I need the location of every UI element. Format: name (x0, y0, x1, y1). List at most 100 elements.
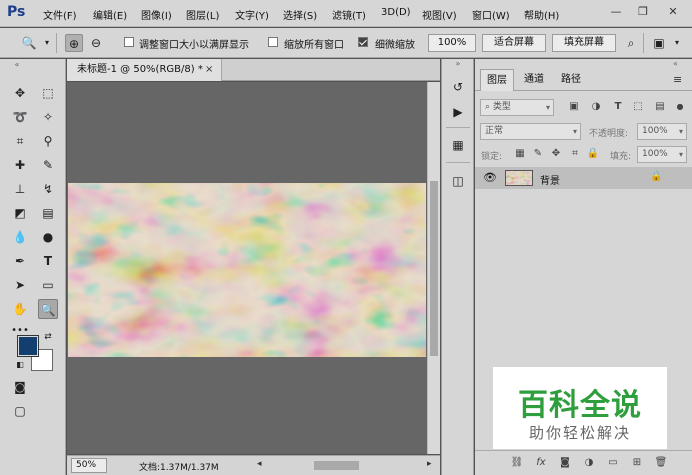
move-tool-icon[interactable]: ✥ (10, 83, 30, 103)
filter-smart-object-icon[interactable]: ▤ (653, 100, 667, 114)
eyedropper-tool-icon[interactable]: ⚲ (38, 131, 58, 151)
horizontal-scrollbar-thumb[interactable] (314, 461, 359, 470)
zoom-tool-icon[interactable]: 🔍 (38, 299, 58, 319)
link-layers-icon[interactable]: ⛓ (509, 456, 525, 470)
resize-windows-checkbox[interactable] (124, 37, 134, 47)
foreground-color-swatch-front[interactable] (17, 335, 39, 357)
blur-tool-icon[interactable]: 💧 (10, 227, 30, 247)
workspace-icon[interactable]: ▣ (650, 34, 668, 52)
menu-image[interactable]: 图像(I) (141, 7, 172, 22)
search-icon: ⌕ (485, 102, 493, 112)
lock-transparent-icon[interactable]: ▦ (513, 147, 527, 161)
close-window-button[interactable]: ✕ (662, 3, 684, 21)
collapse-icon[interactable]: « (7, 61, 27, 69)
chevron-down-icon[interactable]: ▾ (668, 34, 686, 52)
fill-screen-button[interactable]: 填充屏幕 (552, 34, 616, 52)
menu-view[interactable]: 视图(V) (422, 7, 457, 22)
menu-help[interactable]: 帮助(H) (524, 7, 559, 22)
adjustment-layer-icon[interactable]: ◑ (581, 456, 597, 470)
search-icon[interactable]: ⌕ (622, 34, 640, 52)
filter-shape-icon[interactable]: ⬚ (631, 100, 645, 114)
new-group-icon[interactable]: ▭ (605, 456, 621, 470)
eraser-tool-icon[interactable]: ◩ (10, 203, 30, 223)
filter-pixel-icon[interactable]: ▣ (567, 100, 581, 114)
filter-type-icon[interactable]: T (611, 100, 625, 114)
chevron-down-icon[interactable]: ▾ (38, 34, 56, 52)
eye-icon[interactable]: 👁 (483, 171, 497, 185)
layer-style-icon[interactable]: fx (533, 456, 549, 470)
filter-adjustment-icon[interactable]: ◑ (589, 100, 603, 114)
panel-menu-icon[interactable]: ≡ (673, 73, 682, 86)
actions-panel-icon[interactable]: ▶ (448, 102, 468, 122)
3d-panel-icon[interactable]: ▦ (448, 135, 468, 155)
close-tab-icon[interactable]: × (205, 59, 213, 81)
quick-mask-icon[interactable]: ◙ (10, 377, 30, 397)
filter-kind-select[interactable]: ⌕ 类型 ▾ (480, 99, 554, 116)
zoom-in-icon[interactable]: ⊕ (65, 34, 83, 52)
document-tab[interactable]: 未标题-1 @ 50%(RGB/8) * × (67, 59, 222, 81)
collapse-panel-icon[interactable]: « (673, 59, 678, 68)
menu-file[interactable]: 文件(F) (43, 7, 77, 22)
fit-screen-button[interactable]: 适合屏幕 (482, 34, 546, 52)
magic-wand-tool-icon[interactable]: ✧ (38, 107, 58, 127)
swap-colors-icon[interactable]: ⇄ (42, 331, 54, 343)
blend-mode-select[interactable]: 正常 ▾ (480, 123, 581, 140)
path-selection-tool-icon[interactable]: ➤ (10, 275, 30, 295)
menu-3d[interactable]: 3D(D) (381, 7, 411, 18)
marquee-tool-icon[interactable]: ⬚ (38, 83, 58, 103)
menu-select[interactable]: 选择(S) (283, 7, 317, 22)
lock-image-icon[interactable]: ✎ (531, 147, 545, 161)
type-tool-icon[interactable]: T (38, 251, 58, 271)
menu-edit[interactable]: 编辑(E) (93, 7, 127, 22)
layer-row[interactable]: 👁 背景 🔒 (475, 167, 692, 189)
trash-icon[interactable]: 🗑 (653, 456, 669, 470)
document-image[interactable] (68, 183, 426, 357)
tab-paths[interactable]: 路径 (554, 69, 588, 91)
default-colors-icon[interactable]: ◧ (14, 359, 26, 371)
lock-position-icon[interactable]: ✥ (549, 147, 563, 161)
history-brush-tool-icon[interactable]: ↯ (38, 179, 58, 199)
zoom-level-field[interactable]: 50% (71, 458, 107, 473)
layer-name[interactable]: 背景 (540, 172, 560, 187)
menu-window[interactable]: 窗口(W) (472, 7, 510, 22)
crop-tool-icon[interactable]: ⌗ (10, 131, 30, 151)
gradient-tool-icon[interactable]: ▤ (38, 203, 58, 223)
menu-filter[interactable]: 滤镜(T) (332, 7, 366, 22)
expand-icon[interactable]: » (448, 59, 468, 69)
vertical-scrollbar[interactable] (427, 82, 440, 454)
tab-channels[interactable]: 通道 (517, 69, 551, 91)
vertical-scrollbar-thumb[interactable] (430, 181, 438, 356)
pen-tool-icon[interactable]: ✒ (10, 251, 30, 271)
healing-brush-tool-icon[interactable]: ✚ (10, 155, 30, 175)
minimize-button[interactable]: — (605, 3, 627, 21)
tab-layers[interactable]: 图层 (480, 69, 514, 91)
restore-button[interactable]: ❐ (632, 3, 654, 21)
fill-field[interactable]: 100% ▾ (637, 146, 687, 163)
zoom-tool-preset-icon[interactable]: 🔍 (20, 34, 38, 52)
dodge-tool-icon[interactable]: ● (38, 227, 58, 247)
scroll-right-icon[interactable]: ▸ (427, 459, 432, 469)
add-mask-icon[interactable]: ◙ (557, 456, 573, 470)
history-panel-icon[interactable]: ↺ (448, 77, 468, 97)
brush-tool-icon[interactable]: ✎ (38, 155, 58, 175)
scroll-left-icon[interactable]: ◂ (257, 459, 262, 469)
lock-all-icon[interactable]: 🔒 (586, 147, 600, 161)
filter-kind-value: 类型 (492, 102, 511, 112)
new-layer-icon[interactable]: ⊞ (629, 456, 645, 470)
scrubby-zoom-checkbox[interactable] (358, 37, 368, 47)
opacity-field[interactable]: 100% ▾ (637, 123, 687, 140)
hand-tool-icon[interactable]: ✋ (10, 299, 30, 319)
lock-artboard-icon[interactable]: ⌗ (568, 147, 582, 161)
lock-icon[interactable]: 🔒 (650, 171, 662, 182)
menu-type[interactable]: 文字(Y) (235, 7, 269, 22)
rectangle-tool-icon[interactable]: ▭ (38, 275, 58, 295)
adjustments-panel-icon[interactable]: ◫ (448, 171, 468, 191)
screen-mode-icon[interactable]: ▢ (10, 401, 30, 421)
zoom-out-icon[interactable]: ⊖ (87, 34, 105, 52)
zoom-100-button[interactable]: 100% (428, 34, 476, 52)
menu-layer[interactable]: 图层(L) (186, 7, 219, 22)
clone-stamp-tool-icon[interactable]: ⊥ (10, 179, 30, 199)
lasso-tool-icon[interactable]: ➰ (10, 107, 30, 127)
zoom-all-windows-checkbox[interactable] (268, 37, 278, 47)
filter-toggle-icon[interactable]: ● (673, 100, 687, 114)
